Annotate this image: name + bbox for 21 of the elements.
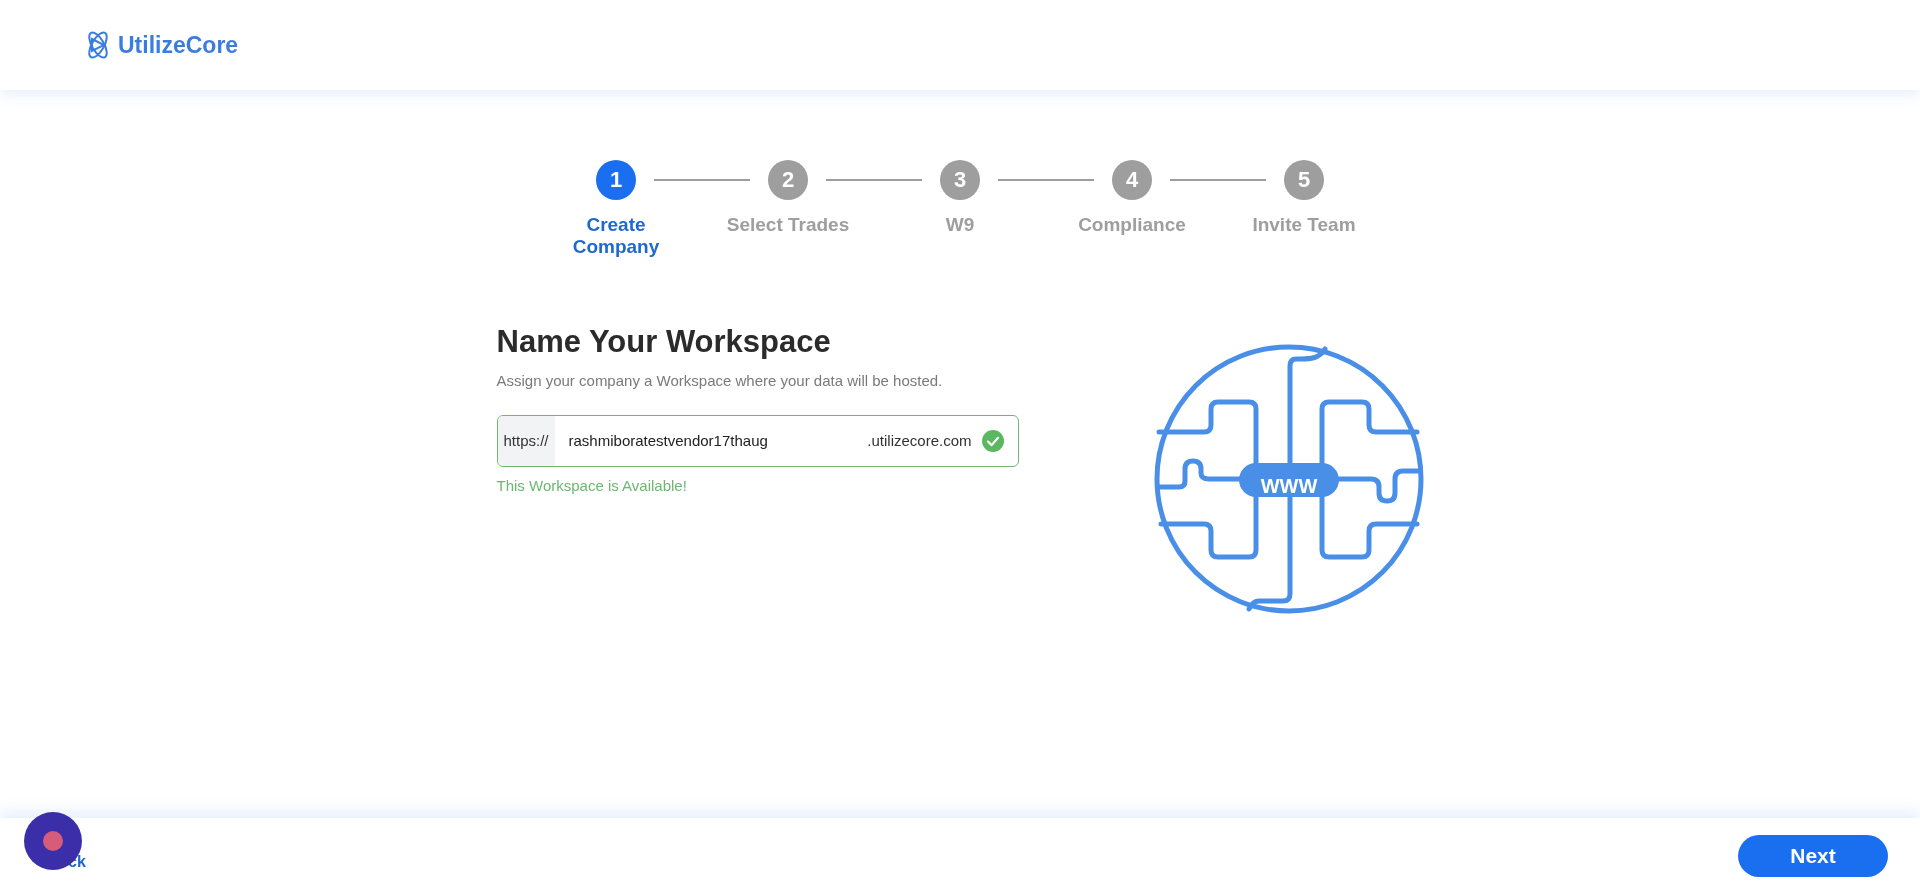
workspace-title: Name Your Workspace (496, 323, 831, 360)
url-prefix: https:// (497, 415, 555, 466)
workspace-input[interactable]: rashmiboratestvendor17thaug (554, 432, 868, 450)
workspace-field[interactable]: https:// rashmiboratestvendor17thaug .utilizecore.com (496, 414, 1019, 467)
step-label[interactable]: Select Trades (726, 214, 850, 236)
step-number[interactable]: 4 (1112, 160, 1152, 200)
workspace-description: Assign your company a Workspace where your data will be hosted. (496, 371, 943, 389)
step-label[interactable]: W9 (945, 214, 975, 236)
next-button[interactable]: Next (1738, 834, 1888, 877)
step-number[interactable]: 1 (596, 160, 636, 200)
step-number[interactable]: 3 (940, 160, 980, 200)
domain-suffix: .utilizecore.com (867, 432, 972, 450)
check-icon (981, 429, 1004, 452)
logo-text[interactable]: UtilizeCore (118, 31, 239, 59)
availability-message: This Workspace is Available! (496, 476, 687, 494)
step-number[interactable]: 5 (1284, 160, 1324, 200)
www-label: WWW (1260, 474, 1317, 497)
step-label[interactable]: Create Company (571, 214, 661, 258)
step-label[interactable]: Compliance (1078, 214, 1186, 236)
step-label[interactable]: Invite Team (1252, 214, 1356, 236)
step-number[interactable]: 2 (768, 160, 808, 200)
